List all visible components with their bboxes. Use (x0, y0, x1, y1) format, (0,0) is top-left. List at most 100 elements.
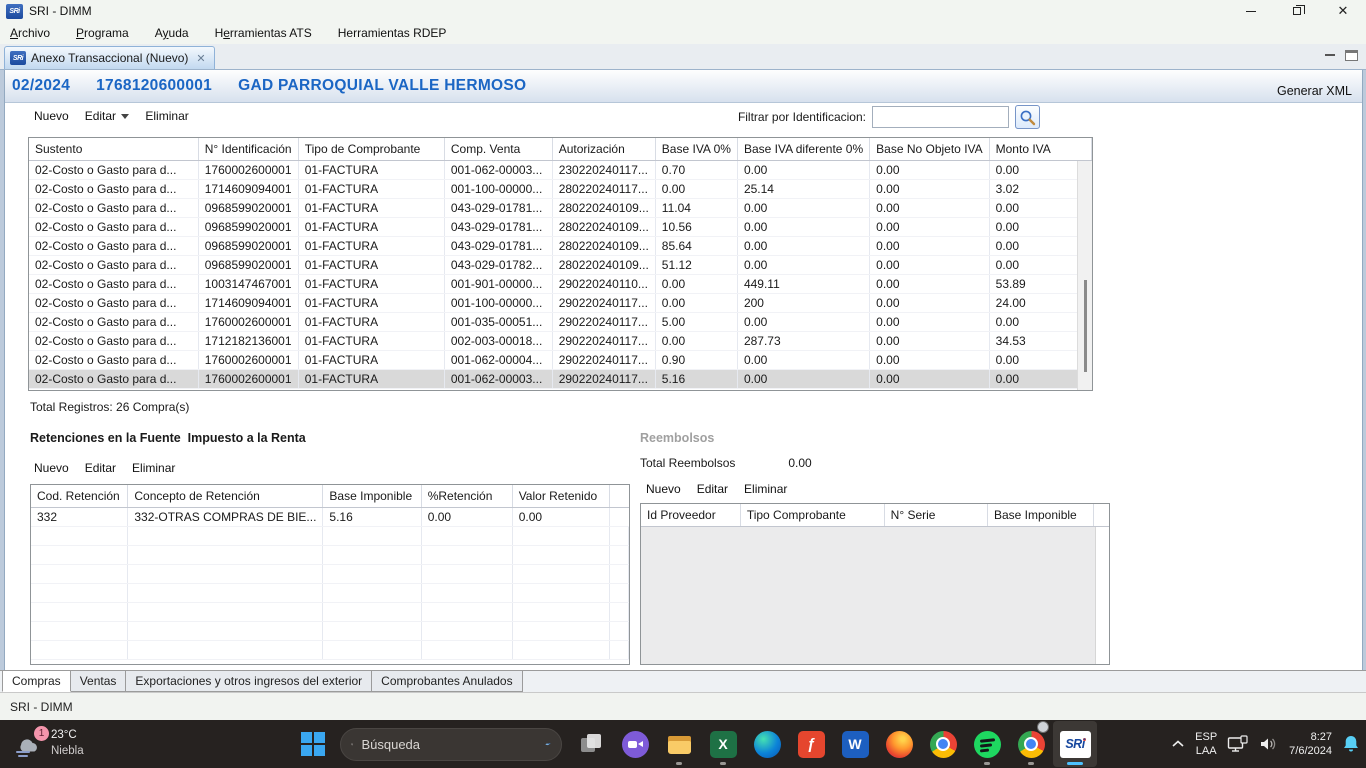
table-cell[interactable]: 002-003-00018... (444, 331, 552, 350)
column-header-n-serie[interactable]: N° Serie (884, 504, 987, 526)
bottom-tab-ventas[interactable]: Ventas (71, 671, 127, 692)
taskbar-app-task-view[interactable] (569, 721, 613, 767)
table-cell[interactable]: 01-FACTURA (298, 350, 444, 369)
table-cell[interactable]: 1003147467001 (198, 274, 298, 293)
menu-herramientas-rdep[interactable]: Herramientas RDEP (338, 26, 447, 40)
table-row[interactable]: 02-Costo o Gasto para d...1003147467001 0… (29, 274, 1092, 293)
table-cell[interactable]: 10.56 (655, 217, 737, 236)
table-row[interactable]: 332332-OTRAS COMPRAS DE BIE...5.160.000.… (31, 507, 629, 526)
taskbar-app-pdf-reader[interactable]: ƒ (789, 721, 833, 767)
table-cell[interactable]: 0.00 (737, 198, 869, 217)
reem-eliminar-button[interactable]: Eliminar (744, 482, 787, 496)
table-cell[interactable]: 0.00 (421, 507, 512, 526)
table-row[interactable]: 02-Costo o Gasto para d...17146090940010… (29, 179, 1092, 198)
column-header-valor-retenido[interactable]: Valor Retenido (512, 485, 610, 507)
table-cell[interactable]: 0.00 (870, 274, 990, 293)
table-cell[interactable]: 51.12 (655, 255, 737, 274)
tray-chevron-up-icon[interactable] (1171, 739, 1185, 749)
table-cell[interactable]: 02-Costo o Gasto para d... (29, 350, 198, 369)
table-cell[interactable]: 0.00 (737, 255, 869, 274)
table-cell[interactable]: 01-FACTURA (298, 293, 444, 312)
table-cell[interactable]: 230220240117... (552, 160, 655, 179)
table-cell[interactable]: 290220240117... (552, 293, 655, 312)
generar-xml-button[interactable]: Generar XML (1277, 84, 1352, 98)
table-cell[interactable]: 25.14 (737, 179, 869, 198)
table-cell[interactable]: 01-FACTURA (298, 179, 444, 198)
table-cell[interactable]: 043-029-01781... (444, 198, 552, 217)
column-header-concepto-de-retenci-n[interactable]: Concepto de Retención (128, 485, 323, 507)
tab-close-icon[interactable]: ✕ (196, 52, 205, 65)
table-cell[interactable]: 001-035-00051... (444, 312, 552, 331)
taskbar-app-firefox[interactable] (877, 721, 921, 767)
table-row[interactable]: 02-Costo o Gasto para d...17600026000010… (29, 312, 1092, 331)
vertical-scrollbar-track[interactable] (1077, 161, 1092, 390)
table-cell[interactable]: 001-901-00000... (444, 274, 552, 293)
menu-programa[interactable]: Programa (76, 26, 129, 40)
table-cell[interactable]: 01-FACTURA (298, 312, 444, 331)
table-cell[interactable]: 02-Costo o Gasto para d... (29, 236, 198, 255)
table-cell[interactable]: 0968599020001 (198, 217, 298, 236)
table-cell[interactable]: 001-100-00000... (444, 179, 552, 198)
maximize-view-icon[interactable] (1345, 50, 1358, 61)
table-cell[interactable]: 02-Costo o Gasto para d... (29, 217, 198, 236)
table-cell[interactable]: 0.00 (655, 293, 737, 312)
table-cell[interactable]: 0.00 (870, 369, 990, 388)
table-cell[interactable]: 1760002600001 (198, 369, 298, 388)
table-cell[interactable]: 0968599020001 (198, 255, 298, 274)
table-cell[interactable]: 0.00 (737, 350, 869, 369)
table-cell[interactable]: 332 (31, 507, 128, 526)
table-cell[interactable]: 290220240117... (552, 350, 655, 369)
restore-button[interactable] (1274, 0, 1320, 22)
table-cell[interactable]: 01-FACTURA (298, 160, 444, 179)
table-cell[interactable]: 02-Costo o Gasto para d... (29, 274, 198, 293)
table-cell[interactable]: 0.00 (870, 255, 990, 274)
bottom-tab-comprobantes-anulados[interactable]: Comprobantes Anulados (372, 671, 522, 692)
table-cell[interactable]: 01-FACTURA (298, 331, 444, 350)
table-cell[interactable]: 280220240109... (552, 217, 655, 236)
table-cell[interactable]: 001-062-00004... (444, 350, 552, 369)
table-cell[interactable]: 0.70 (655, 160, 737, 179)
table-cell[interactable]: 0.00 (870, 293, 990, 312)
eliminar-button[interactable]: Eliminar (145, 109, 188, 123)
column-header-base-imponible[interactable]: Base Imponible (323, 485, 421, 507)
table-cell[interactable]: 0.00 (870, 198, 990, 217)
table-cell[interactable]: 0.00 (737, 236, 869, 255)
close-button[interactable]: ✕ (1320, 0, 1366, 22)
table-cell[interactable]: 02-Costo o Gasto para d... (29, 255, 198, 274)
table-cell[interactable]: 5.00 (655, 312, 737, 331)
table-cell[interactable]: 290220240110... (552, 274, 655, 293)
column-header-base-imponible[interactable]: Base Imponible (987, 504, 1093, 526)
filter-input[interactable] (872, 106, 1009, 128)
table-cell[interactable]: 0.00 (737, 160, 869, 179)
minimize-button[interactable] (1228, 0, 1274, 22)
table-cell[interactable]: 01-FACTURA (298, 217, 444, 236)
table-row[interactable]: 02-Costo o Gasto para d...17600026000010… (29, 160, 1092, 179)
table-cell[interactable]: 0.00 (870, 350, 990, 369)
table-cell[interactable]: 0.00 (870, 217, 990, 236)
table-cell[interactable]: 0.00 (737, 312, 869, 331)
table-cell[interactable]: 01-FACTURA (298, 255, 444, 274)
table-cell[interactable]: 001-062-00003... (444, 369, 552, 388)
taskbar-app-word[interactable]: W (833, 721, 877, 767)
table-cell[interactable]: 449.11 (737, 274, 869, 293)
table-cell[interactable]: 0968599020001 (198, 236, 298, 255)
filter-search-button[interactable] (1015, 105, 1040, 129)
minimize-view-icon[interactable] (1324, 50, 1337, 61)
reem-nuevo-button[interactable]: Nuevo (646, 482, 681, 496)
menu-archivo[interactable]: Archivo (10, 26, 50, 40)
table-cell[interactable]: 0968599020001 (198, 198, 298, 217)
start-button[interactable] (293, 724, 333, 764)
table-cell[interactable]: 1760002600001 (198, 312, 298, 331)
table-cell[interactable]: 280220240117... (552, 179, 655, 198)
table-cell[interactable]: 287.73 (737, 331, 869, 350)
table-cell[interactable]: 0.90 (655, 350, 737, 369)
table-cell[interactable]: 5.16 (323, 507, 421, 526)
column-header-cod-retenci-n[interactable]: Cod. Retención (31, 485, 128, 507)
column-header-base-no-objeto-iva[interactable]: Base No Objeto IVA (870, 138, 990, 160)
nuevo-button[interactable]: Nuevo (34, 109, 69, 123)
clock[interactable]: 8:27 7/6/2024 (1289, 730, 1332, 759)
column-header-monto-iva[interactable]: Monto IVA (989, 138, 1091, 160)
table-cell[interactable]: 01-FACTURA (298, 369, 444, 388)
reem-editar-button[interactable]: Editar (697, 482, 728, 496)
table-cell[interactable]: 1760002600001 (198, 160, 298, 179)
